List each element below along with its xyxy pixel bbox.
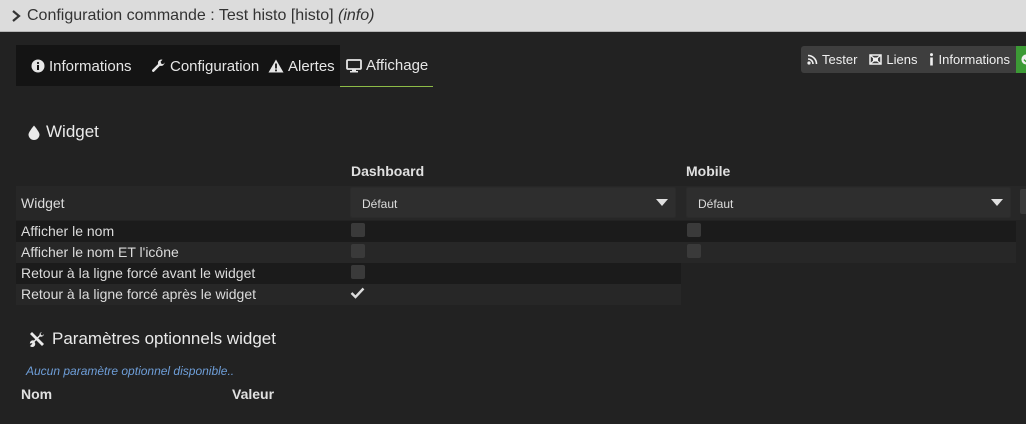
widget-row-label: Widget <box>21 195 65 211</box>
mobile-widget-select[interactable]: Défaut <box>686 187 1011 218</box>
tab-label: Configuration <box>170 57 260 75</box>
warning-triangle-icon <box>268 59 284 73</box>
dashboard-show-name-checkbox[interactable] <box>351 223 365 237</box>
tint-drop-icon <box>28 125 40 140</box>
column-header-valeur: Valeur <box>232 386 275 402</box>
no-optional-params-message: Aucun paramètre optionnel disponible.. <box>26 364 235 378</box>
sitemap-icon <box>869 54 883 65</box>
check-circle-icon <box>1021 54 1026 65</box>
tab-configuration[interactable]: Configuration <box>151 45 259 87</box>
widget-section-title: Widget <box>28 122 99 142</box>
mobile-show-name-icon-checkbox[interactable] <box>687 244 701 258</box>
tester-button[interactable]: Tester <box>801 46 864 73</box>
informations-button[interactable]: Informations <box>923 46 1017 73</box>
option-label: Retour à la ligne forcé après le widget <box>21 286 257 302</box>
caret-down-icon <box>656 199 668 206</box>
dashboard-break-before-checkbox[interactable] <box>351 265 365 279</box>
info-circle-icon <box>31 59 45 73</box>
column-header-dashboard: Dashboard <box>351 163 425 179</box>
tools-icon <box>29 332 44 348</box>
tab-label: Affichage <box>366 57 429 74</box>
chevron-right-icon[interactable] <box>10 9 22 23</box>
optional-params-section-title: Paramètres optionnels widget <box>28 329 276 349</box>
tab-label: Informations <box>49 57 132 75</box>
option-label: Afficher le nom <box>21 223 115 239</box>
window-title: Configuration commande : Test histo [his… <box>27 7 375 24</box>
caret-down-icon <box>991 199 1003 206</box>
checkmark-icon <box>350 287 365 299</box>
wrench-icon <box>151 59 165 72</box>
mobile-show-name-checkbox[interactable] <box>687 223 701 237</box>
action-button-group: Tester Liens Informations <box>801 46 1026 73</box>
widget-config-button[interactable] <box>1020 189 1026 214</box>
tab-alertes[interactable]: Alertes <box>268 45 335 87</box>
option-row <box>16 221 1016 242</box>
column-header-nom: Nom <box>21 386 53 402</box>
tab-affichage[interactable]: Affichage <box>340 45 433 87</box>
monitor-icon <box>346 58 362 72</box>
column-header-mobile: Mobile <box>686 163 731 179</box>
tab-informations[interactable]: Informations <box>31 45 132 87</box>
info-icon <box>930 53 934 66</box>
dashboard-widget-select[interactable]: Défaut <box>350 187 676 218</box>
dashboard-break-after-checkbox[interactable] <box>350 286 365 300</box>
save-button[interactable] <box>1016 46 1026 73</box>
dashboard-show-name-icon-checkbox[interactable] <box>351 244 365 258</box>
tab-label: Alertes <box>288 57 335 75</box>
rss-icon <box>807 54 818 65</box>
option-label: Afficher le nom ET l'icône <box>21 244 179 260</box>
option-label: Retour à la ligne forcé avant le widget <box>21 265 256 281</box>
modal-title-bar: Configuration commande : Test histo [his… <box>0 0 1026 32</box>
liens-button[interactable]: Liens <box>863 46 924 73</box>
